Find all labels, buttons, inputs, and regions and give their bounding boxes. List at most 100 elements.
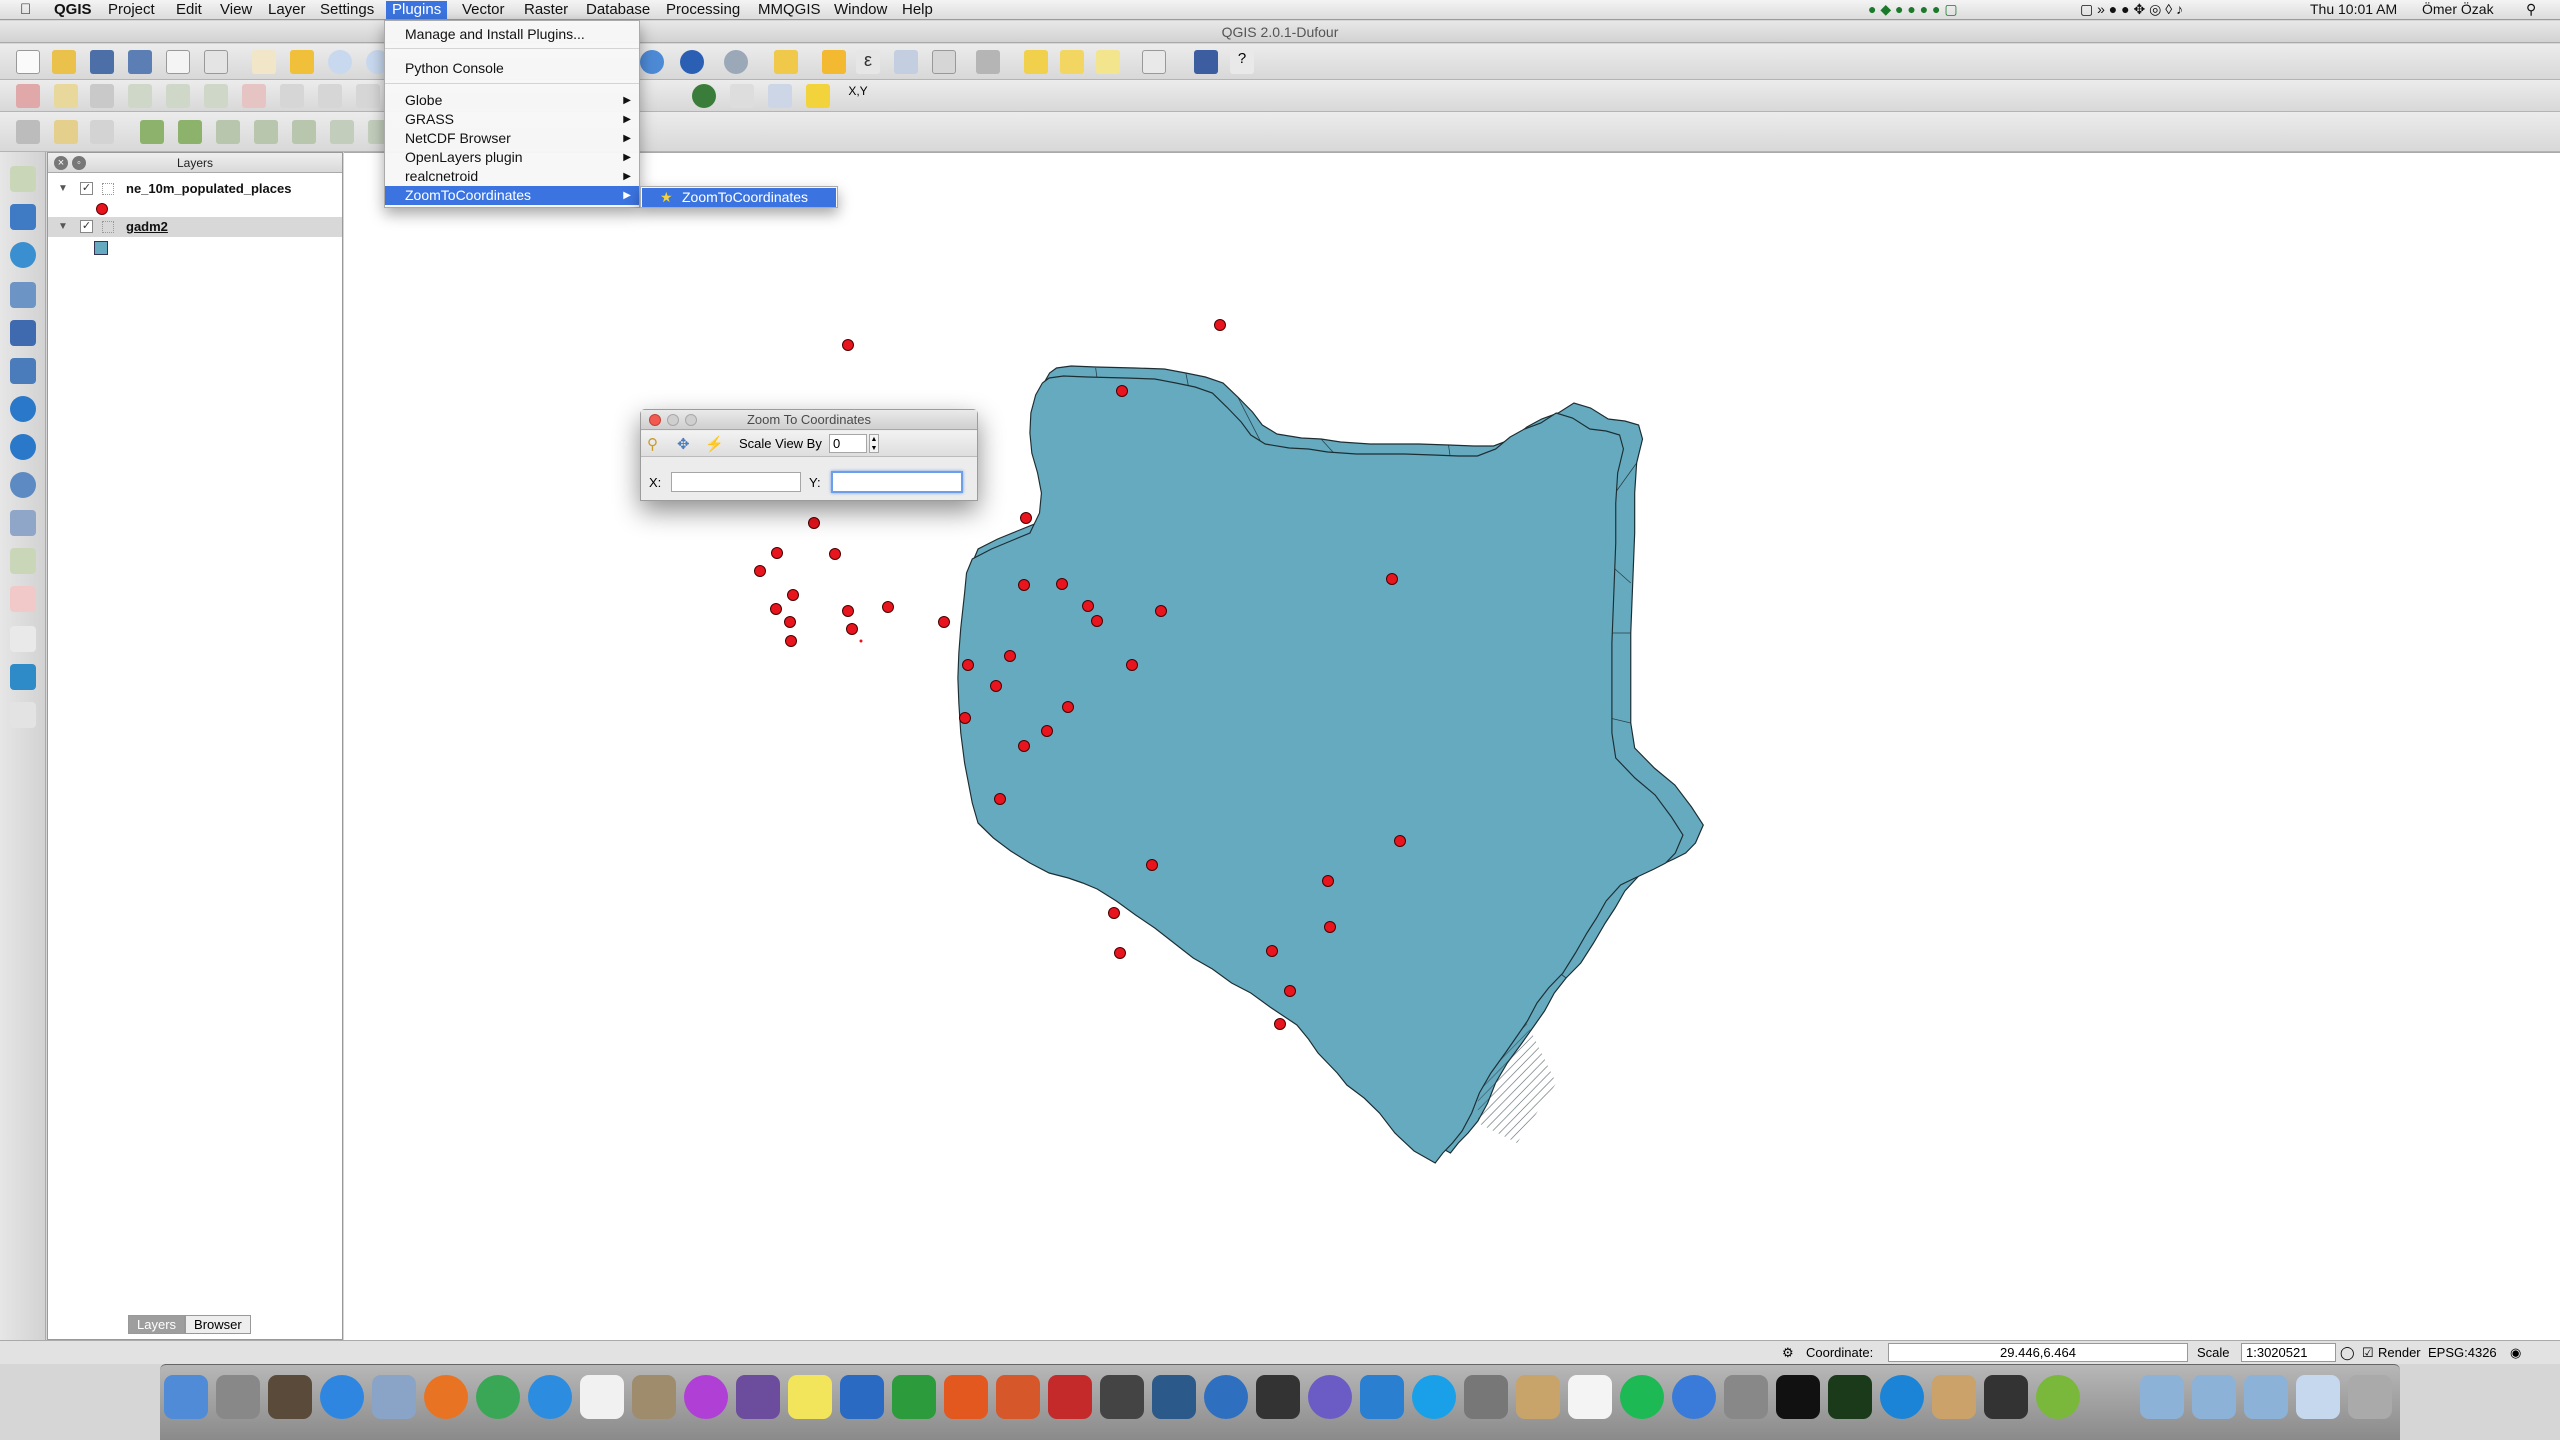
downloads-folder-icon[interactable] <box>2244 1375 2288 1419</box>
user-name[interactable]: Ömer Özak <box>2422 1 2494 17</box>
ipython-icon[interactable] <box>1100 1375 1144 1419</box>
spotify-icon[interactable] <box>1620 1375 1664 1419</box>
r-icon[interactable] <box>1204 1375 1248 1419</box>
show-bookmarks-icon[interactable] <box>1096 50 1120 74</box>
system-preferences-icon[interactable] <box>1724 1375 1768 1419</box>
refresh-icon[interactable] <box>640 50 664 74</box>
deselect-icon[interactable] <box>822 50 846 74</box>
activity-monitor-icon[interactable] <box>1828 1375 1872 1419</box>
add-raster-layer-icon[interactable] <box>10 204 36 230</box>
node-tool-icon[interactable] <box>204 84 228 108</box>
add-delimited-text-icon[interactable] <box>10 510 36 536</box>
stop-render-icon[interactable]: ◯ <box>2340 1345 2355 1361</box>
grid-app-2-icon[interactable] <box>1984 1375 2028 1419</box>
menu-window[interactable]: Window <box>832 1 889 19</box>
cut-features-icon[interactable] <box>280 84 304 108</box>
copy-features-icon[interactable] <box>318 84 342 108</box>
delete-ring-icon[interactable] <box>216 120 240 144</box>
add-wms-layer-icon[interactable] <box>10 396 36 422</box>
terminal-icon[interactable] <box>1776 1375 1820 1419</box>
layer-row-populated-places[interactable]: ▼ ✓ ne_10m_populated_places <box>48 179 342 199</box>
add-postgis-layer-icon[interactable] <box>10 242 36 268</box>
menu-project[interactable]: Project <box>106 1 157 19</box>
bookmark-icon[interactable] <box>1060 50 1084 74</box>
select-features-icon[interactable] <box>774 50 798 74</box>
tab-layers[interactable]: Layers <box>128 1315 186 1334</box>
fill-ring-icon[interactable] <box>178 120 202 144</box>
highlight-icon[interactable]: ⚡ <box>705 435 724 453</box>
minimize-window-icon[interactable] <box>667 414 679 426</box>
menu-item-netcdf[interactable]: NetCDF Browser ▶ <box>385 129 639 148</box>
firefox-icon[interactable] <box>424 1375 468 1419</box>
trash-icon[interactable] <box>2348 1375 2392 1419</box>
scale-view-input[interactable]: 0 <box>829 434 867 453</box>
delete-selected-icon[interactable] <box>242 84 266 108</box>
crs-button[interactable]: EPSG:4326 <box>2428 1345 2497 1360</box>
zoom-in-icon[interactable] <box>328 50 352 74</box>
menu-help[interactable]: Help <box>900 1 935 19</box>
add-oracle-layer-icon[interactable] <box>10 358 36 384</box>
statistics-icon[interactable] <box>932 50 956 74</box>
delete-part-icon[interactable] <box>254 120 278 144</box>
attribute-table-icon[interactable] <box>894 50 918 74</box>
paste-features-icon[interactable] <box>356 84 380 108</box>
pan-center-icon[interactable]: ✥ <box>677 435 690 453</box>
applications-folder-icon[interactable] <box>2140 1375 2184 1419</box>
scale-field[interactable]: 1:3020521 <box>2241 1343 2336 1362</box>
menu-view[interactable]: View <box>218 1 254 19</box>
float-panel-icon[interactable]: ◦ <box>72 156 86 170</box>
toggle-editing-icon[interactable] <box>54 84 78 108</box>
menu-item-openlayers[interactable]: OpenLayers plugin ▶ <box>385 148 639 167</box>
add-ring-icon[interactable] <box>90 120 114 144</box>
stack-icon[interactable] <box>2296 1375 2340 1419</box>
menu-settings[interactable]: Settings <box>318 1 376 19</box>
menu-database[interactable]: Database <box>584 1 652 19</box>
text-annotation-icon[interactable] <box>1142 50 1166 74</box>
menu-processing[interactable]: Processing <box>664 1 742 19</box>
coordinate-toggle-icon[interactable]: ⚙ <box>1782 1345 1794 1361</box>
chrome-icon[interactable] <box>476 1375 520 1419</box>
reshape-icon[interactable] <box>292 120 316 144</box>
edit-pencil-icon[interactable] <box>54 120 78 144</box>
mathematica-icon[interactable] <box>1048 1375 1092 1419</box>
layer-visibility-checkbox[interactable]: ✓ <box>80 182 93 195</box>
close-window-icon[interactable] <box>649 414 661 426</box>
safari-icon[interactable] <box>528 1375 572 1419</box>
x-coordinate-input[interactable] <box>671 472 801 492</box>
georeferencer-icon[interactable] <box>10 664 36 690</box>
close-panel-icon[interactable]: × <box>54 156 68 170</box>
tex-icon[interactable] <box>632 1375 676 1419</box>
matlab-icon[interactable] <box>996 1375 1040 1419</box>
menu-item-manage-plugins[interactable]: Manage and Install Plugins... <box>385 25 639 44</box>
menu-item-python-console[interactable]: Python Console <box>385 59 639 78</box>
new-print-composer-icon[interactable] <box>166 50 190 74</box>
pan-to-selection-icon[interactable] <box>290 50 314 74</box>
netcdf-icon[interactable] <box>768 84 792 108</box>
tab-browser[interactable]: Browser <box>185 1315 251 1334</box>
word-icon[interactable] <box>840 1375 884 1419</box>
add-part-icon[interactable] <box>140 120 164 144</box>
layer-visibility-checkbox[interactable]: ✓ <box>80 220 93 233</box>
qgis-icon[interactable] <box>2036 1375 2080 1419</box>
render-checkbox[interactable]: ☑ <box>2362 1345 2374 1361</box>
status-icons[interactable]: ● ◆ ● ● ● ● ▢ <box>1868 1 1958 18</box>
open-project-icon[interactable] <box>52 50 76 74</box>
menu-item-globe[interactable]: Globe ▶ <box>385 91 639 110</box>
messages-icon[interactable]: ◉ <box>2510 1345 2521 1361</box>
field-calculator-icon[interactable]: ε <box>856 50 880 74</box>
save-edits-icon[interactable] <box>90 84 114 108</box>
xcode-icon[interactable] <box>1360 1375 1404 1419</box>
menu-item-zoomtocoordinates[interactable]: ZoomToCoordinates ▶ <box>385 186 639 205</box>
facetime-icon[interactable] <box>1464 1375 1508 1419</box>
y-coordinate-input[interactable] <box>831 471 963 493</box>
contacts-icon[interactable] <box>1516 1375 1560 1419</box>
whats-this-icon[interactable]: ? <box>1230 50 1254 74</box>
menu-item-grass[interactable]: GRASS ▶ <box>385 110 639 129</box>
stata-icon[interactable] <box>1152 1375 1196 1419</box>
measure-icon[interactable] <box>976 50 1000 74</box>
skype-icon[interactable] <box>1412 1375 1456 1419</box>
menu-app-name[interactable]: QGIS <box>52 1 94 19</box>
new-shapefile-icon[interactable] <box>10 548 36 574</box>
mail-icon[interactable] <box>372 1375 416 1419</box>
layer-row-gadm2[interactable]: ▼ ✓ gadm2 <box>48 217 342 237</box>
